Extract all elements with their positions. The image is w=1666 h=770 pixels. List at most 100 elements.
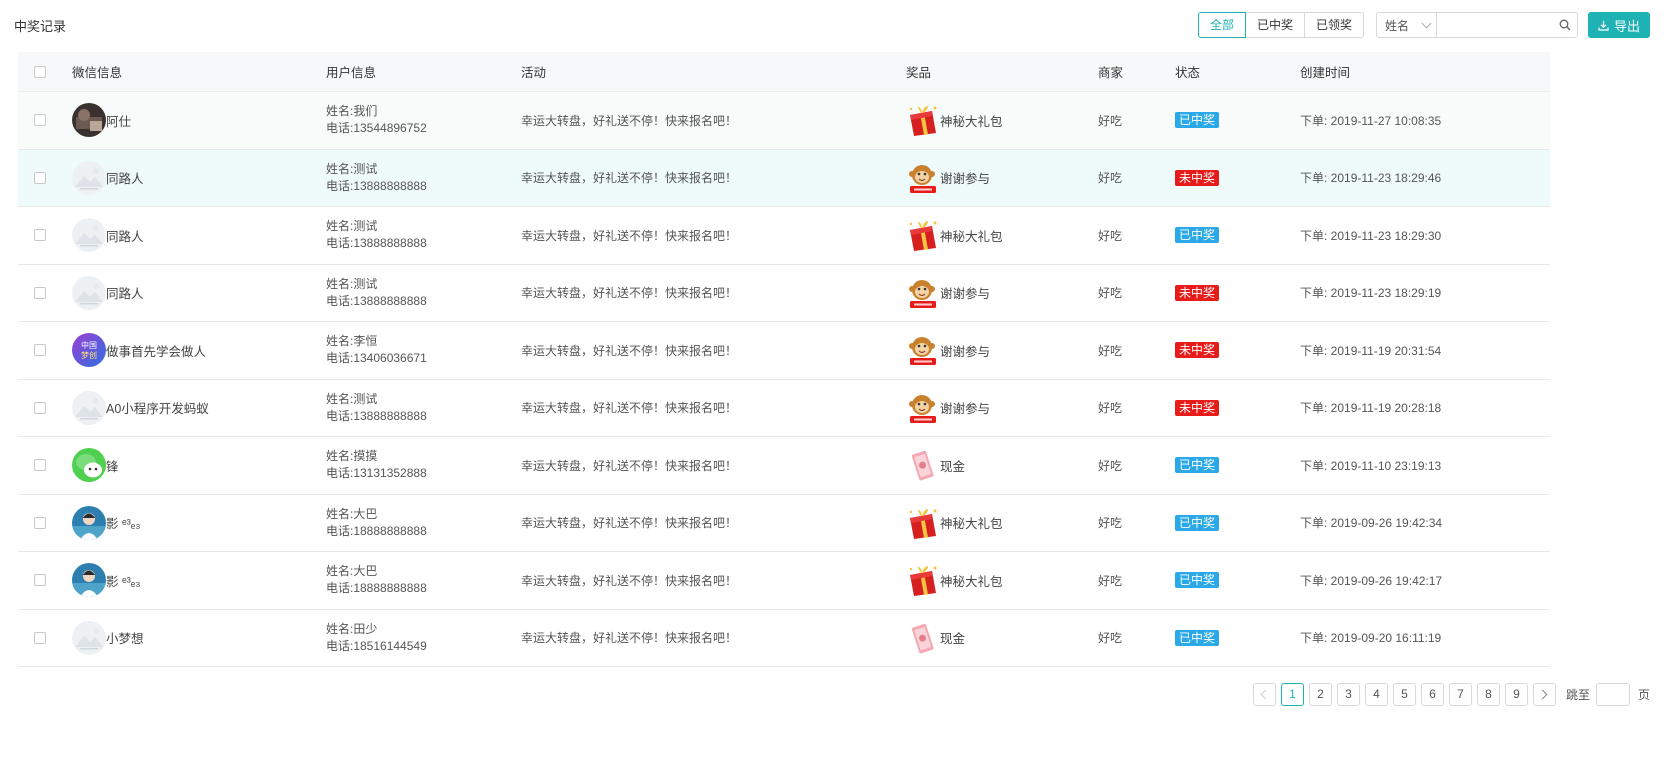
chevron-right-icon bbox=[1538, 689, 1548, 699]
created-time: 下单: 2019-11-23 18:29:19 bbox=[1300, 286, 1442, 301]
page-7-button[interactable]: 7 bbox=[1448, 682, 1472, 706]
monkey-prize-icon bbox=[906, 391, 940, 425]
search-input[interactable] bbox=[1436, 13, 1553, 37]
user-name: 姓名:李恒 bbox=[326, 334, 378, 349]
activity-name: 幸运大转盘，好礼送不停！快来报名吧！ bbox=[521, 631, 738, 646]
row-checkbox[interactable] bbox=[34, 631, 46, 644]
status-badge: 未中奖 bbox=[1175, 399, 1220, 416]
wechat-nickname: 影 ᵉ³ₑ₃ bbox=[106, 517, 141, 532]
activity-name: 幸运大转盘，好礼送不停！快来报名吧！ bbox=[521, 171, 738, 186]
created-time: 下单: 2019-11-23 18:29:46 bbox=[1300, 171, 1442, 186]
prize-name: 现金 bbox=[940, 632, 966, 647]
table-body: 阿仕 姓名:我们 电话:13544896752 幸运大转盘，好礼送不停！快来报名吧！ 神… bbox=[18, 92, 1550, 667]
avatar: 中国 梦创 bbox=[72, 333, 106, 368]
page-2-button[interactable]: 2 bbox=[1308, 682, 1332, 706]
created-time: 下单: 2019-11-10 23:19:13 bbox=[1300, 458, 1442, 473]
user-phone: 电话:13888888888 bbox=[326, 236, 427, 251]
toolbar: 全部 已中奖 已领奖 姓名 导出 bbox=[1197, 12, 1650, 38]
row-checkbox[interactable] bbox=[34, 114, 46, 127]
export-button[interactable]: 导出 bbox=[1587, 12, 1650, 38]
table-row: 影 ᵉ³ₑ₃ 姓名:大巴 电话:18888888888 幸运大转盘，好礼送不停！快来报… bbox=[18, 552, 1550, 610]
user-phone: 电话:13544896752 bbox=[326, 121, 427, 136]
search-box: 姓名 bbox=[1375, 12, 1578, 38]
next-page-button[interactable] bbox=[1532, 682, 1556, 706]
activity-name: 幸运大转盘，好礼送不停！快来报名吧！ bbox=[521, 401, 738, 416]
status-badge: 未中奖 bbox=[1175, 169, 1220, 186]
row-checkbox[interactable] bbox=[34, 286, 46, 299]
created-time: 下单: 2019-09-26 19:42:34 bbox=[1300, 516, 1443, 531]
wechat-nickname: 做事首先学会做人 bbox=[106, 344, 207, 359]
row-checkbox[interactable] bbox=[34, 344, 46, 357]
created-time: 下单: 2019-11-23 18:29:30 bbox=[1300, 228, 1442, 243]
wechat-nickname: 锋 bbox=[106, 459, 119, 474]
gift-prize-icon bbox=[906, 218, 940, 252]
jump-page-input[interactable] bbox=[1595, 682, 1630, 706]
created-time: 下单: 2019-09-26 19:42:17 bbox=[1300, 573, 1443, 588]
filter-all-button[interactable]: 全部 bbox=[1197, 12, 1246, 38]
jump-label: 跳至 bbox=[1565, 687, 1590, 702]
avatar bbox=[72, 563, 106, 598]
row-checkbox[interactable] bbox=[34, 516, 46, 529]
prev-page-button[interactable] bbox=[1252, 682, 1276, 706]
activity-name: 幸运大转盘，好礼送不停！快来报名吧！ bbox=[521, 458, 738, 473]
shop-name: 好吃 bbox=[1098, 516, 1123, 531]
user-name: 姓名:大巴 bbox=[326, 564, 378, 579]
row-checkbox[interactable] bbox=[34, 171, 46, 184]
status-badge: 未中奖 bbox=[1175, 284, 1220, 301]
wechat-nickname: 同路人 bbox=[106, 172, 144, 187]
page-4-button[interactable]: 4 bbox=[1364, 682, 1388, 706]
gift-prize-icon bbox=[906, 103, 940, 137]
row-checkbox[interactable] bbox=[34, 401, 46, 414]
user-name: 姓名:测试 bbox=[326, 391, 378, 406]
records-table: 微信信息 用户信息 活动 奖品 商家 状态 创建时间 阿仕 姓名:我们 电话:135… bbox=[18, 52, 1550, 667]
header-status: 状态 bbox=[1175, 66, 1201, 80]
page-5-button[interactable]: 5 bbox=[1392, 682, 1416, 706]
pagination: 123456789 跳至 页 bbox=[1248, 682, 1650, 706]
avatar bbox=[72, 505, 106, 540]
page-8-button[interactable]: 8 bbox=[1476, 682, 1500, 706]
status-badge: 已中奖 bbox=[1175, 457, 1220, 474]
table-row: 小梦想 姓名:田少 电话:18516144549 幸运大转盘，好礼送不停！快来报名吧！… bbox=[18, 609, 1550, 667]
monkey-prize-icon bbox=[906, 161, 940, 195]
prize-name: 神秘大礼包 bbox=[940, 517, 1003, 532]
select-all-checkbox[interactable] bbox=[34, 65, 46, 78]
search-field-select[interactable]: 姓名 bbox=[1377, 13, 1437, 37]
prize-name: 谢谢参与 bbox=[940, 402, 991, 417]
activity-name: 幸运大转盘，好礼送不停！快来报名吧！ bbox=[521, 286, 738, 301]
jump-suffix: 页 bbox=[1637, 687, 1650, 702]
shop-name: 好吃 bbox=[1098, 458, 1123, 473]
prize-name: 神秘大礼包 bbox=[940, 229, 1003, 244]
filter-claimed-button[interactable]: 已领奖 bbox=[1303, 12, 1364, 38]
status-badge: 已中奖 bbox=[1175, 629, 1220, 646]
user-name: 姓名:摸摸 bbox=[326, 449, 378, 464]
created-time: 下单: 2019-09-20 16:11:19 bbox=[1300, 631, 1442, 646]
table-row: 影 ᵉ³ₑ₃ 姓名:大巴 电话:18888888888 幸运大转盘，好礼送不停！快来报… bbox=[18, 494, 1550, 552]
created-time: 下单: 2019-11-19 20:31:54 bbox=[1300, 343, 1442, 358]
status-badge: 已中奖 bbox=[1175, 514, 1220, 531]
table-header: 微信信息 用户信息 活动 奖品 商家 状态 创建时间 bbox=[18, 52, 1550, 92]
page-1-button[interactable]: 1 bbox=[1280, 682, 1304, 706]
gift-prize-icon bbox=[906, 563, 940, 597]
row-checkbox[interactable] bbox=[34, 574, 46, 587]
table-row: A0小程序开发蚂蚁 姓名:测试 电话:13888888888 幸运大转盘，好礼送不停！… bbox=[18, 379, 1550, 437]
user-phone: 电话:13406036671 bbox=[326, 351, 427, 366]
svg-text:梦创: 梦创 bbox=[81, 350, 97, 360]
header-shop: 商家 bbox=[1098, 66, 1124, 80]
cash-prize-icon bbox=[906, 621, 940, 655]
filter-won-button[interactable]: 已中奖 bbox=[1244, 12, 1305, 38]
prize-name: 神秘大礼包 bbox=[940, 114, 1003, 129]
gift-prize-icon bbox=[906, 506, 940, 540]
activity-name: 幸运大转盘，好礼送不停！快来报名吧！ bbox=[521, 113, 738, 128]
status-badge: 已中奖 bbox=[1175, 227, 1220, 244]
wechat-nickname: 同路人 bbox=[106, 229, 144, 244]
prize-name: 现金 bbox=[940, 459, 966, 474]
page-9-button[interactable]: 9 bbox=[1504, 682, 1528, 706]
row-checkbox[interactable] bbox=[34, 459, 46, 472]
user-phone: 电话:18516144549 bbox=[326, 638, 427, 653]
page-6-button[interactable]: 6 bbox=[1420, 682, 1444, 706]
prize-name: 神秘大礼包 bbox=[940, 574, 1003, 589]
search-button[interactable] bbox=[1553, 13, 1577, 37]
page-3-button[interactable]: 3 bbox=[1336, 682, 1360, 706]
row-checkbox[interactable] bbox=[34, 229, 46, 242]
header-wechat: 微信信息 bbox=[72, 66, 123, 80]
